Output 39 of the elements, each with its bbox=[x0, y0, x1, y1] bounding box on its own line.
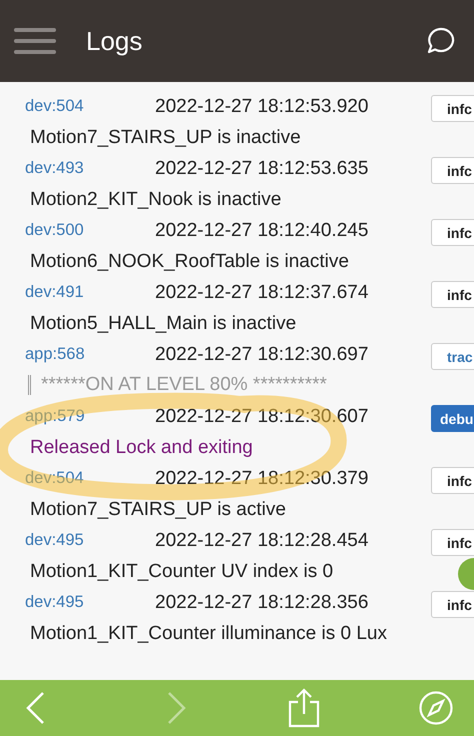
log-timestamp: 2022-12-27 18:12:53.635 bbox=[155, 158, 368, 180]
log-source-link[interactable]: app:568 bbox=[0, 345, 155, 364]
compass-icon[interactable] bbox=[418, 690, 454, 726]
log-level-button[interactable]: debu bbox=[431, 405, 474, 432]
log-message: Motion1_KIT_Counter illuminance is 0 Lux bbox=[30, 622, 387, 646]
log-timestamp: 2022-12-27 18:12:30.607 bbox=[155, 406, 368, 428]
log-message: Motion1_KIT_Counter UV index is 0 bbox=[30, 560, 334, 584]
log-level-button[interactable]: trac bbox=[431, 343, 474, 370]
log-message: Released Lock and exiting bbox=[30, 436, 253, 460]
log-level-button[interactable]: infc bbox=[431, 281, 474, 308]
log-timestamp: 2022-12-27 18:12:40.245 bbox=[155, 220, 368, 242]
log-level-button[interactable]: infc bbox=[431, 467, 474, 494]
log-source-link[interactable]: dev:500 bbox=[0, 221, 155, 240]
log-timestamp: 2022-12-27 18:12:28.356 bbox=[155, 592, 368, 614]
log-level-button[interactable]: infc bbox=[431, 219, 474, 246]
log-source-link[interactable]: dev:491 bbox=[0, 283, 155, 302]
log-message: Motion7_STAIRS_UP is inactive bbox=[30, 126, 301, 150]
page-title: Logs bbox=[86, 26, 144, 56]
log-level-button[interactable]: infc bbox=[431, 529, 474, 556]
log-level-button[interactable]: infc bbox=[431, 95, 474, 122]
log-timestamp: 2022-12-27 18:12:30.379 bbox=[155, 468, 368, 490]
log-source-link[interactable]: dev:504 bbox=[0, 97, 155, 116]
log-message: ******ON AT LEVEL 80% ********** bbox=[28, 375, 327, 395]
log-message: Motion2_KIT_Nook is inactive bbox=[30, 188, 282, 212]
log-timestamp: 2022-12-27 18:12:28.454 bbox=[155, 530, 368, 552]
log-timestamp: 2022-12-27 18:12:30.697 bbox=[155, 344, 368, 366]
log-timestamp: 2022-12-27 18:12:37.674 bbox=[155, 282, 368, 304]
share-icon[interactable] bbox=[288, 688, 320, 728]
menu-icon[interactable] bbox=[14, 27, 56, 55]
chat-bubble-icon[interactable] bbox=[426, 26, 456, 56]
log-source-link[interactable]: dev:495 bbox=[0, 531, 155, 550]
log-message: Motion7_STAIRS_UP is active bbox=[30, 498, 286, 522]
log-source-link[interactable]: dev:495 bbox=[0, 593, 155, 612]
log-timestamp: 2022-12-27 18:12:53.920 bbox=[155, 96, 368, 118]
log-message: Motion6_NOOK_RoofTable is inactive bbox=[30, 250, 349, 274]
log-source-link[interactable]: dev:493 bbox=[0, 159, 155, 178]
log-message: Motion5_HALL_Main is inactive bbox=[30, 312, 296, 336]
log-level-button[interactable]: infc bbox=[431, 591, 474, 618]
log-level-button[interactable]: infc bbox=[431, 157, 474, 184]
